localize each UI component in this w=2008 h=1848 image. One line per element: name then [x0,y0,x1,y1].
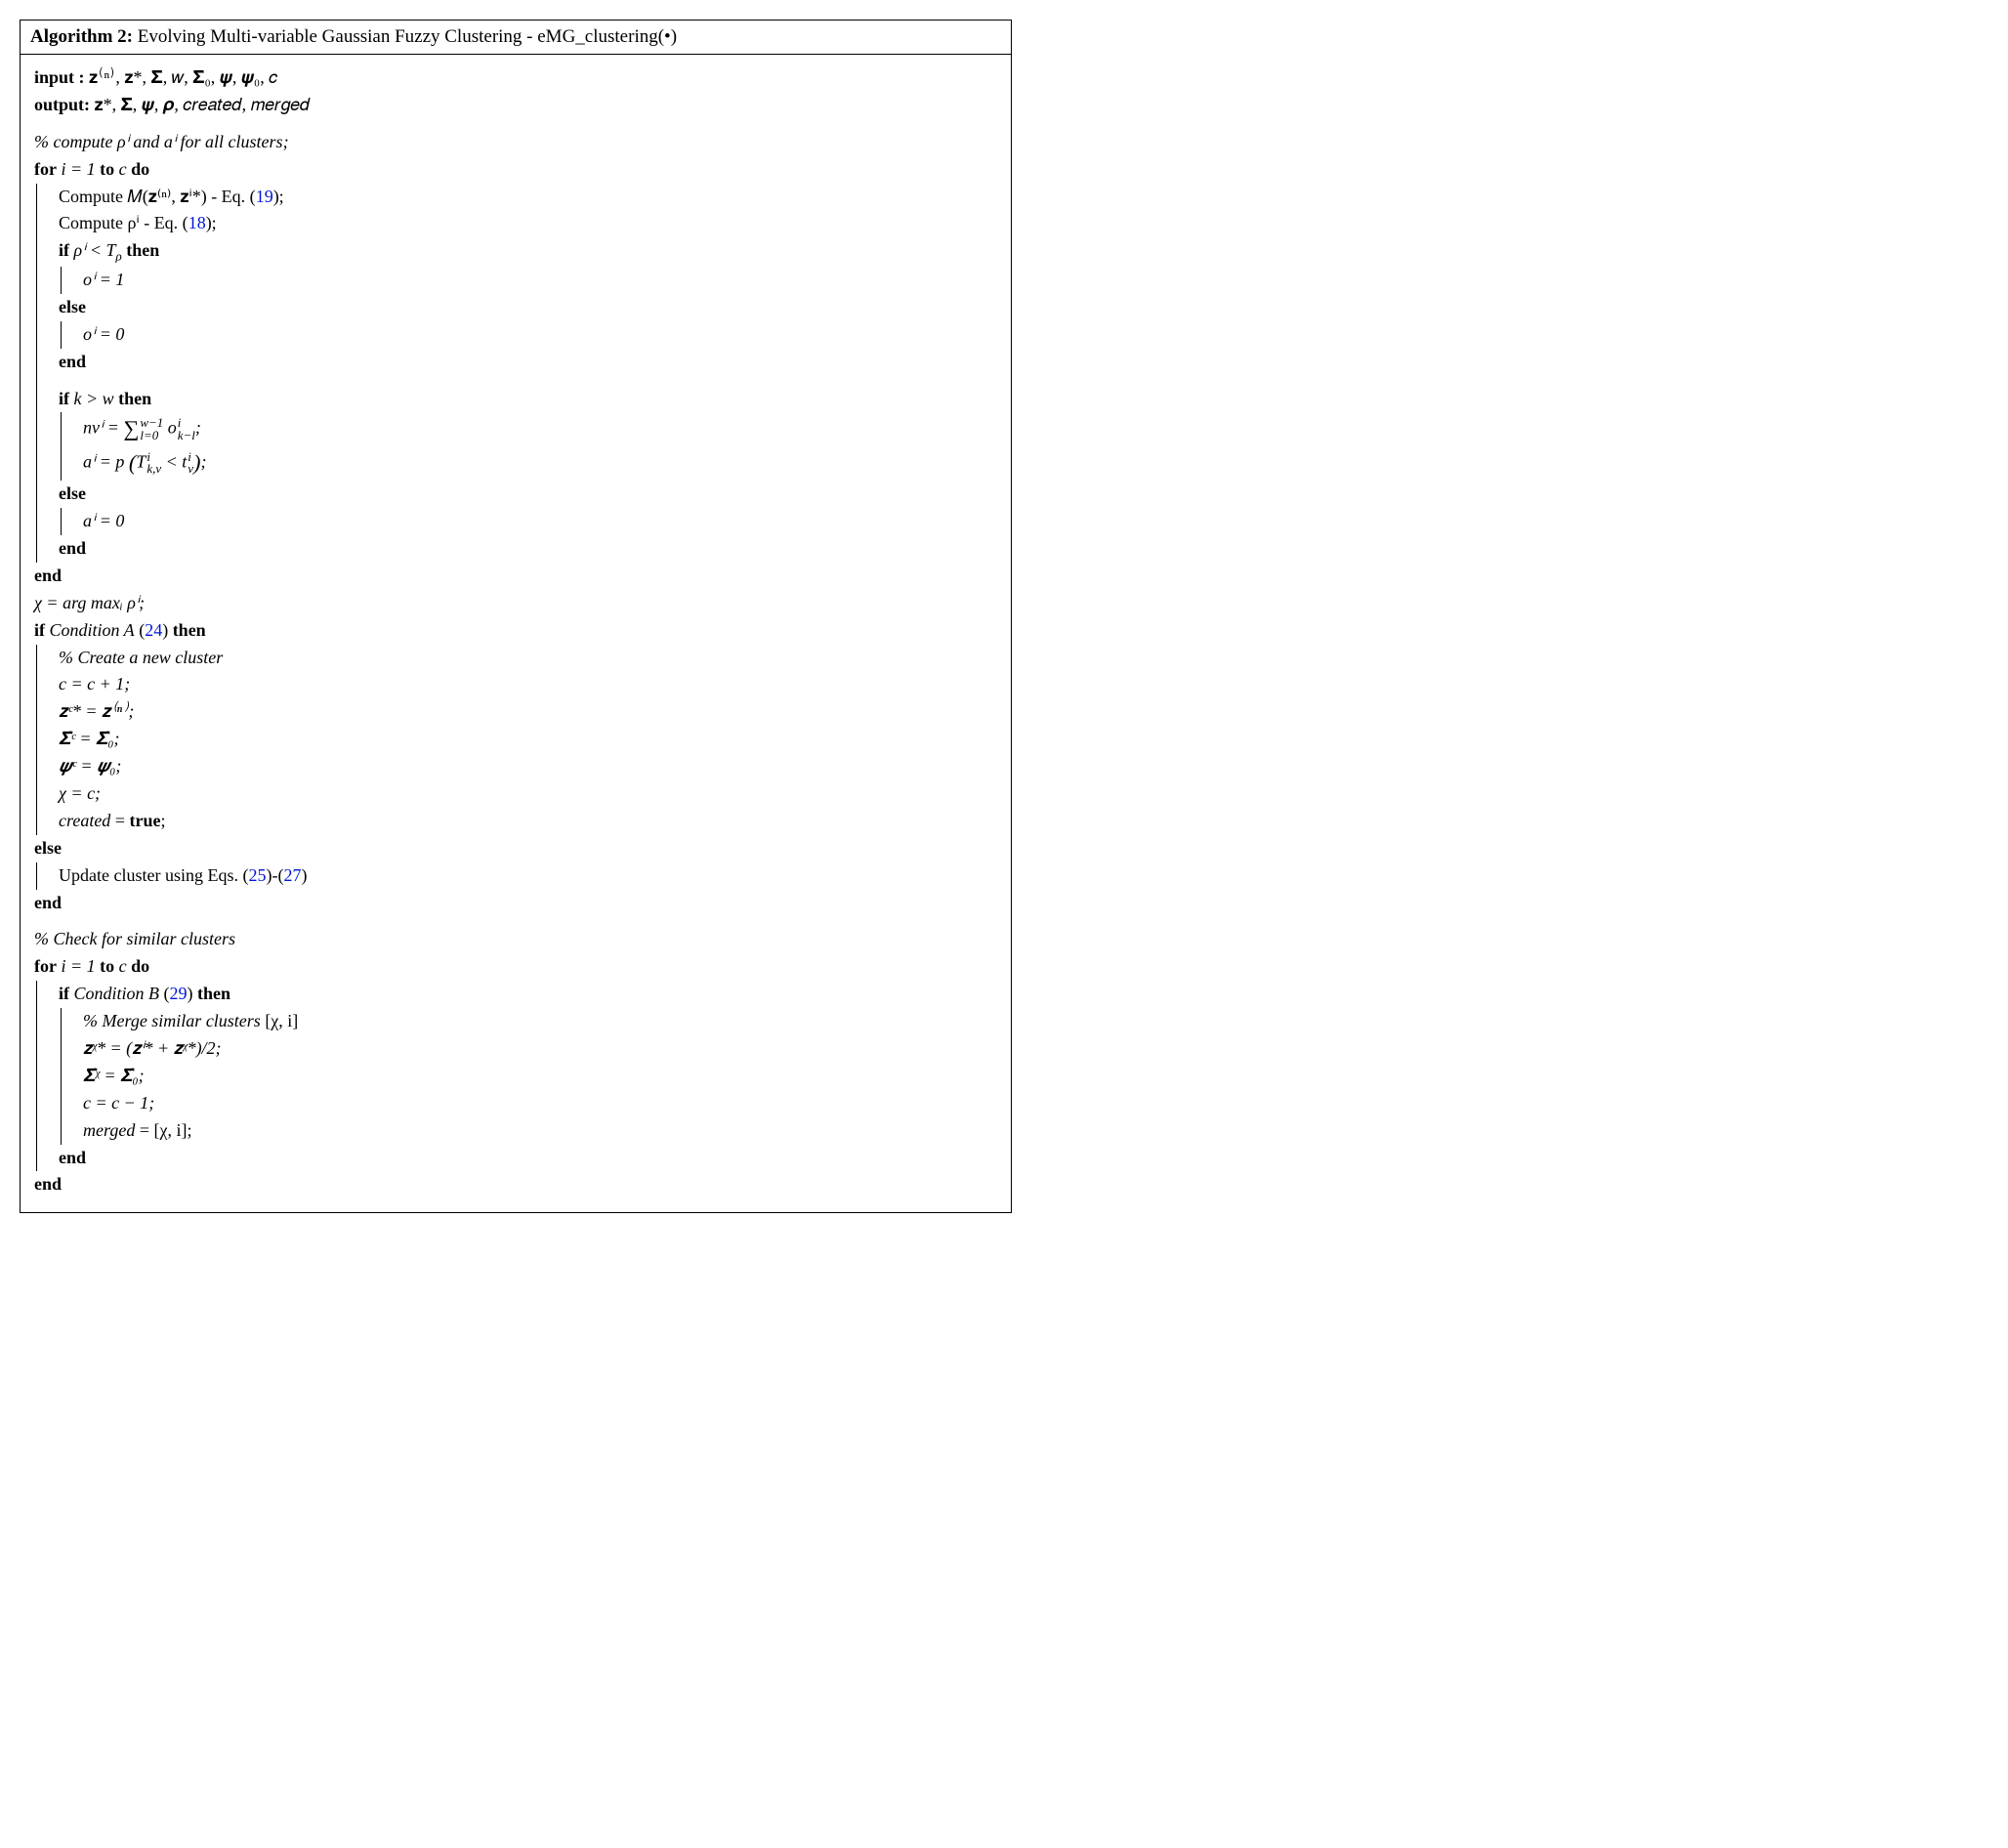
compute-rho: Compute ρⁱ - Eq. (18); [59,210,997,237]
ref-eq25[interactable]: 25 [248,865,266,885]
algorithm-name: Evolving Multi-variable Gaussian Fuzzy C… [138,26,677,47]
if-kw-then-body: nvⁱ = ∑w−1l=0 oik−l; aⁱ = p (Tik,v < tiv… [61,412,997,481]
if-rho-else-body: oⁱ = 0 [61,321,997,349]
comment-merge: % Merge similar clusters [χ, i] [83,1008,997,1035]
input-label: input : [34,67,85,87]
for1-body: Compute 𝑀(𝐳⁽ⁿ⁾, 𝐳ⁱ*) - Eq. (19); Compute… [36,184,997,563]
input-values: 𝐳⁽ⁿ⁾, 𝐳*, 𝚺̂, 𝑤, 𝚺̂₀, 𝝍, 𝝍₀, 𝑐 [89,67,277,87]
output-line: output: 𝐳*, 𝚺̂, 𝝍, 𝝆, 𝑐𝑟𝑒𝑎𝑡𝑒𝑑, 𝑚𝑒𝑟𝑔𝑒𝑑 [34,92,997,119]
created-line: created = true; [59,808,997,835]
for1-head: for i = 1 to c do [34,156,997,184]
ref-eq29[interactable]: 29 [170,984,188,1003]
ref-eq27[interactable]: 27 [283,865,301,885]
comment-create: % Create a new cluster [59,645,997,672]
algorithm-box: Algorithm 2: Evolving Multi-variable Gau… [20,20,1012,1213]
if-rho-then-body: oⁱ = 1 [61,267,997,294]
a-line: aⁱ = p (Tik,v < tiv); [83,446,997,481]
for2-body: if Condition B (29) then % Merge similar… [36,981,997,1171]
nv-line: nvⁱ = ∑w−1l=0 oik−l; [83,412,997,446]
ifB-head: if Condition B (29) then [59,981,997,1008]
if-rho-head: if ρⁱ < Tρ then [59,237,997,267]
ifA-head: if Condition A (24) then [34,617,997,645]
algorithm-body: input : 𝐳⁽ⁿ⁾, 𝐳*, 𝚺̂, 𝑤, 𝚺̂₀, 𝝍, 𝝍₀, 𝑐 o… [21,55,1011,1212]
ref-eq19[interactable]: 19 [256,187,273,206]
if-kw-head: if k > w then [59,386,997,413]
comment-compute: % compute ρⁱ and aⁱ for all clusters; [34,129,997,156]
if-kw-else-body: aⁱ = 0 [61,508,997,535]
merged-line: merged = [χ, i]; [83,1117,997,1145]
algorithm-number: Algorithm 2: [30,26,133,47]
chi-line: χ = arg maxᵢ ρⁱ; [34,590,997,617]
input-line: input : 𝐳⁽ⁿ⁾, 𝐳*, 𝚺̂, 𝑤, 𝚺̂₀, 𝝍, 𝝍₀, 𝑐 [34,64,997,92]
update-cluster-line: Update cluster using Eqs. (25)-(27) [59,862,997,890]
ref-eq24[interactable]: 24 [145,620,162,640]
ifB-body: % Merge similar clusters [χ, i] 𝐳ᵡ* = (𝐳… [61,1008,997,1144]
ifA-else-body: Update cluster using Eqs. (25)-(27) [36,862,997,890]
ref-eq18[interactable]: 18 [188,213,206,232]
algorithm-title-bar: Algorithm 2: Evolving Multi-variable Gau… [21,21,1011,55]
output-label: output: [34,95,90,114]
for2-head: for i = 1 to c do [34,953,997,981]
ifA-body: % Create a new cluster c = c + 1; 𝐳ᶜ* = … [36,645,997,835]
compute-M: Compute 𝑀(𝐳⁽ⁿ⁾, 𝐳ⁱ*) - Eq. (19); [59,184,997,211]
output-values: 𝐳*, 𝚺̂, 𝝍, 𝝆, 𝑐𝑟𝑒𝑎𝑡𝑒𝑑, 𝑚𝑒𝑟𝑔𝑒𝑑 [95,95,311,114]
comment-similar: % Check for similar clusters [34,926,997,953]
